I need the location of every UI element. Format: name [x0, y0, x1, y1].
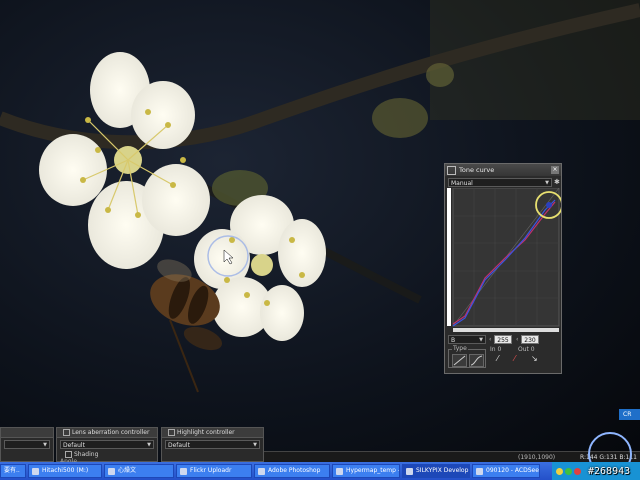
preset-menu-icon[interactable]: ✱: [554, 178, 560, 186]
left-controller-panel[interactable]: ▼: [0, 427, 54, 462]
curve-type-group: Type: [448, 345, 486, 368]
lens-preset-value: Default: [63, 442, 85, 449]
in-label: In 0: [490, 346, 502, 353]
reset-curve-icon[interactable]: ↘: [531, 354, 538, 363]
input-gradient-bar: [453, 328, 559, 332]
input-value-field[interactable]: 255: [494, 335, 512, 344]
taskbar-item-3[interactable]: Flickr Uploadr: [176, 464, 252, 478]
window-icon: [336, 467, 343, 475]
shading-checkbox[interactable]: [65, 451, 72, 458]
tray-icon[interactable]: [574, 467, 581, 475]
tone-curve-title: Tone curve: [459, 166, 495, 174]
silkypix-icon: [406, 467, 413, 475]
taskbar-item-7[interactable]: 090120 - ACDSee ...: [472, 464, 540, 478]
chevron-down-icon: ▼: [545, 180, 549, 186]
lens-panel-icon: [63, 429, 70, 436]
shading-label: Shading: [74, 451, 99, 458]
lens-aberration-panel[interactable]: Lens aberration controller Default ▼ Sha…: [56, 427, 158, 465]
tone-curve-preset-value: Manual: [451, 180, 473, 187]
tone-curve-preset-select[interactable]: Manual ▼: [448, 178, 552, 187]
photoshop-icon: [258, 467, 265, 475]
left-panel-preset-select[interactable]: ▼: [4, 440, 50, 449]
taskbar-item-label: Flickr Uploadr: [190, 467, 232, 474]
chevron-down-icon: ▼: [43, 442, 47, 448]
lens-panel-title: Lens aberration controller: [72, 429, 150, 436]
taskbar-item-label: Hitachi500 (M:): [42, 467, 89, 474]
linear-curve-button[interactable]: [452, 354, 467, 367]
taskbar-item-label: Adobe Photoshop: [268, 467, 321, 474]
flickr-icon: [180, 467, 187, 475]
watermark-text: #268943: [588, 466, 631, 477]
chevron-down-icon: ▼: [479, 337, 483, 343]
tray-icon[interactable]: [556, 467, 563, 475]
type-label: Type: [452, 345, 468, 352]
folder-icon: [108, 467, 115, 475]
tray-icon[interactable]: [565, 467, 572, 475]
chevron-down-icon: ▼: [147, 442, 151, 448]
left-panel-titlebar: [1, 428, 53, 438]
windows-taskbar: 要有.. Hitachi500 (M:) 心燥文 Flickr Uploadr …: [0, 462, 640, 480]
curve-control-point[interactable]: [546, 202, 552, 208]
cr-badge[interactable]: CR: [619, 409, 640, 420]
tone-curve-window[interactable]: Tone curve × Manual ▼ ✱ B ▼ ‹ 255 ‹ 230 …: [444, 163, 562, 374]
highlight-preset-value: Default: [168, 442, 190, 449]
curve-window-icon: [447, 165, 456, 175]
highlight-preset-select[interactable]: Default ▼: [165, 440, 260, 449]
channel-value: B: [451, 337, 456, 344]
taskbar-item-label: 090120 - ACDSee ...: [486, 467, 539, 474]
acdsee-icon: [476, 467, 483, 475]
close-icon[interactable]: ×: [551, 166, 559, 174]
taskbar-item-4[interactable]: Adobe Photoshop: [254, 464, 330, 478]
cursor-coordinates: (1910,1090): [518, 454, 556, 461]
lens-preset-select[interactable]: Default ▼: [60, 440, 154, 449]
taskbar-item-6[interactable]: SILKYPIX Develop...: [402, 464, 470, 478]
chevron-down-icon: ▼: [253, 442, 257, 448]
output-value-field[interactable]: 230: [521, 335, 539, 344]
taskbar-item-1[interactable]: Hitachi500 (M:): [28, 464, 102, 478]
taskbar-item-2[interactable]: 心燥文: [104, 464, 174, 478]
channel-select[interactable]: B ▼: [448, 335, 486, 344]
tone-curve-titlebar[interactable]: Tone curve ×: [445, 164, 561, 176]
highlight-controller-panel[interactable]: Highlight controller Default ▼: [161, 427, 264, 462]
folder-icon: [32, 467, 39, 475]
taskbar-item-label: 心燥文: [118, 467, 137, 474]
pick-black-point-icon[interactable]: ⁄: [497, 354, 498, 363]
taskbar-item-0[interactable]: 要有..: [0, 464, 26, 478]
highlight-panel-icon: [168, 429, 175, 436]
taskbar-item-label: 要有..: [4, 467, 20, 474]
highlight-panel-title: Highlight controller: [177, 429, 235, 436]
taskbar-item-label: SILKYPIX Develop...: [416, 467, 470, 474]
output-gradient-bar: [447, 188, 451, 326]
shading-row[interactable]: Shading: [65, 451, 157, 458]
spline-curve-button[interactable]: [469, 354, 484, 367]
taskbar-item-5[interactable]: Hypermap_temp - ...: [332, 464, 400, 478]
out-label: Out 0: [518, 346, 535, 353]
taskbar-item-label: Hypermap_temp - ...: [346, 467, 400, 474]
output-decrease-icon[interactable]: ‹: [516, 336, 518, 343]
input-decrease-icon[interactable]: ‹: [489, 336, 491, 343]
pick-gray-point-icon[interactable]: ⁄: [514, 354, 515, 363]
tone-curve-graph[interactable]: [445, 188, 561, 334]
